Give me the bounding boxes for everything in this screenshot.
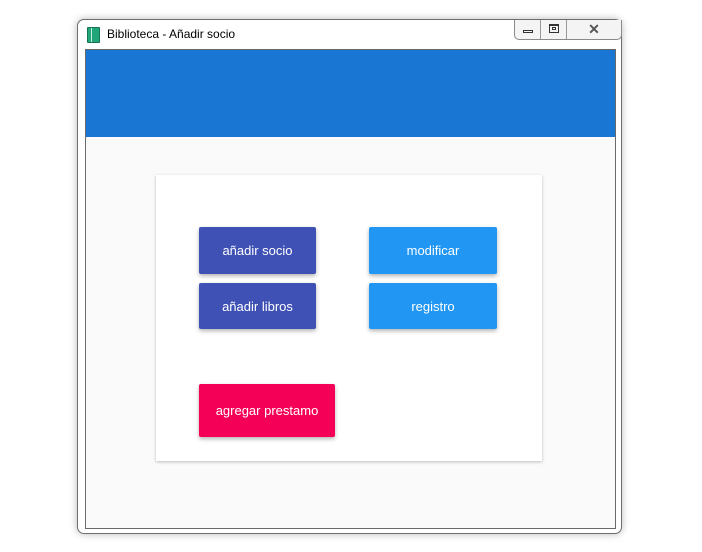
add-member-button[interactable]: añadir socio xyxy=(199,227,316,274)
book-icon xyxy=(87,27,100,43)
client-area: añadir socio añadir libros modificar reg… xyxy=(85,49,616,529)
minimize-button[interactable] xyxy=(515,20,541,39)
window-title: Biblioteca - Añadir socio xyxy=(107,27,236,41)
minimize-icon xyxy=(523,30,533,33)
add-books-button[interactable]: añadir libros xyxy=(199,283,316,329)
close-button[interactable]: ✕ xyxy=(567,20,621,39)
modify-button[interactable]: modificar xyxy=(369,227,497,274)
maximize-icon xyxy=(549,24,559,33)
close-icon: ✕ xyxy=(588,21,600,37)
add-loan-button[interactable]: agregar prestamo xyxy=(199,384,335,437)
menu-card: añadir socio añadir libros modificar reg… xyxy=(156,175,542,461)
window-controls: ✕ xyxy=(514,20,622,40)
maximize-button[interactable] xyxy=(541,20,567,39)
title-bar[interactable]: Biblioteca - Añadir socio ✕ xyxy=(78,20,622,49)
app-toolbar xyxy=(86,50,615,137)
app-window: Biblioteca - Añadir socio ✕ añadir socio… xyxy=(77,19,622,534)
records-button[interactable]: registro xyxy=(369,283,497,329)
